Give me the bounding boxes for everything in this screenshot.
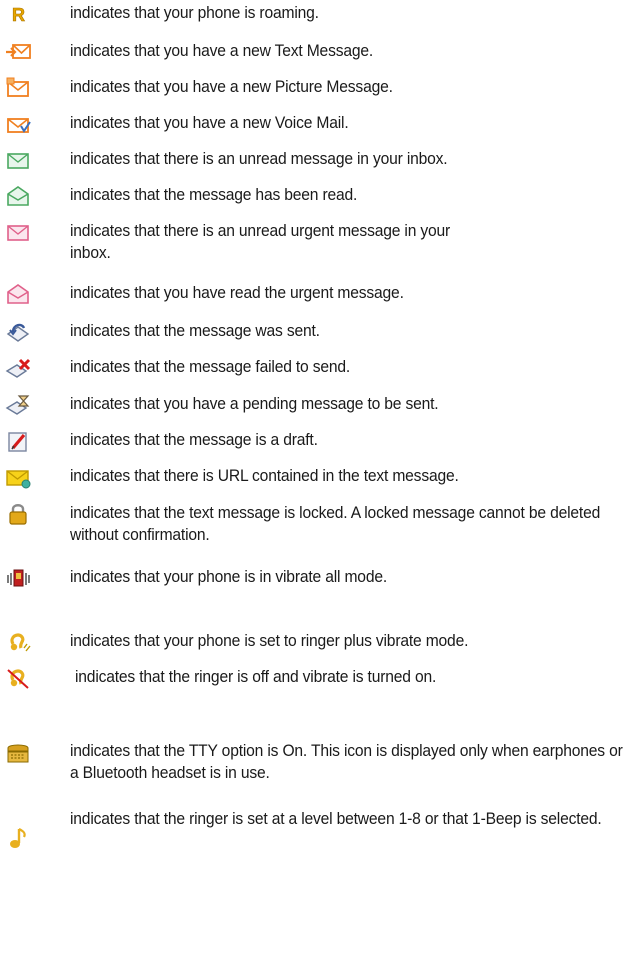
item-text: indicates that there is an unread urgent… xyxy=(70,221,451,262)
svg-text:R: R xyxy=(12,5,25,25)
item-text: indicates that the ringer is set at a le… xyxy=(70,809,602,828)
item-text: indicates that you have a pending messag… xyxy=(70,394,439,413)
item-text: indicates that the message failed to sen… xyxy=(70,357,351,376)
new-voice-mail-icon xyxy=(4,112,32,136)
message-sent-icon xyxy=(4,320,32,344)
message-draft-icon xyxy=(4,429,32,453)
message-url-icon xyxy=(4,465,32,489)
item-text: indicates that there is an unread messag… xyxy=(70,149,448,168)
item-text: indicates that you have a new Text Messa… xyxy=(70,41,374,60)
new-picture-message-icon xyxy=(4,76,32,100)
item-text: indicates that the message was sent. xyxy=(70,321,320,340)
read-message-icon xyxy=(4,184,32,208)
item-text: indicates that your phone is in vibrate … xyxy=(70,567,388,586)
item-text: indicates that there is URL contained in… xyxy=(70,466,459,485)
item-text: indicates that the message is a draft. xyxy=(70,430,318,449)
message-locked-icon xyxy=(4,502,32,526)
item-text: indicates that the TTY option is On. Thi… xyxy=(70,741,623,782)
item-text: indicates that the ringer is off and vib… xyxy=(75,667,437,686)
ringer-plus-vibrate-icon xyxy=(4,630,32,654)
unread-message-icon xyxy=(4,148,32,172)
read-urgent-message-icon xyxy=(4,282,32,306)
ringer-level-icon xyxy=(4,826,32,850)
item-text: indicates that you have a new Picture Me… xyxy=(70,77,393,96)
unread-urgent-message-icon xyxy=(4,220,32,244)
tty-icon xyxy=(4,740,32,764)
item-text: indicates that the message has been read… xyxy=(70,185,358,204)
message-failed-icon xyxy=(4,356,32,380)
item-text: indicates that you have a new Voice Mail… xyxy=(70,113,349,132)
new-text-message-icon xyxy=(4,40,32,64)
item-text: indicates that your phone is set to ring… xyxy=(70,631,469,650)
vibrate-all-icon xyxy=(4,566,32,590)
item-text: indicates that the text message is locke… xyxy=(70,503,601,544)
item-text: indicates that your phone is roaming. xyxy=(70,3,319,22)
message-pending-icon xyxy=(4,393,32,417)
roaming-icon: R xyxy=(4,2,32,26)
item-text: indicates that you have read the urgent … xyxy=(70,283,404,302)
ringer-off-vibrate-on-icon xyxy=(4,666,32,690)
